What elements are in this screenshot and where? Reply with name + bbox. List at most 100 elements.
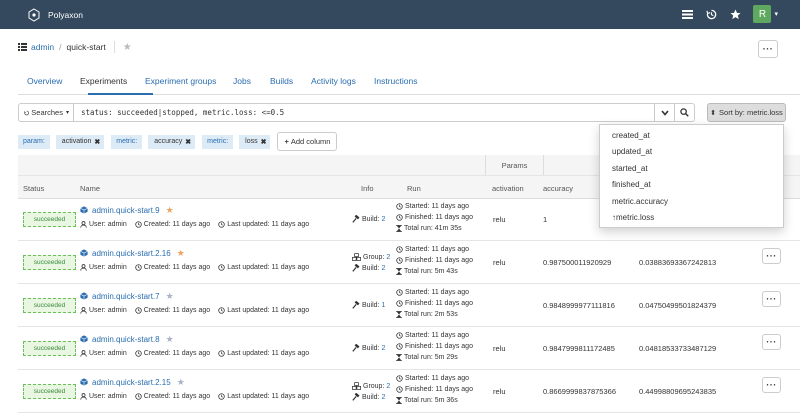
close-icon[interactable]: ✖	[261, 138, 267, 146]
user-avatar[interactable]: R	[753, 5, 772, 23]
cell-loss: 0.04750499501824379	[639, 301, 717, 310]
tab-experiment-groups[interactable]: Experiment groups	[145, 76, 216, 86]
chevron-down-icon	[660, 109, 669, 116]
sort-dropdown-menu: created_at updated_at started_at finishe…	[599, 124, 784, 228]
finished-text: Finished: 11 days ago	[405, 214, 473, 221]
bookmarks-star-icon[interactable]	[723, 4, 747, 24]
build-info: Build: 2	[352, 344, 385, 352]
run-started: Started: 11 days ago	[396, 289, 469, 296]
user-icon	[80, 221, 87, 228]
chevron-down-icon[interactable]: ▾	[774, 10, 778, 18]
user-label: User:	[89, 221, 106, 228]
cell-activation: relu	[493, 344, 506, 353]
status-badge: succeeded	[23, 341, 76, 356]
clock-icon	[218, 264, 225, 271]
updated-text: Last updated: 11 days ago	[227, 350, 310, 357]
experiment-name-link[interactable]: admin.quick-start.9	[92, 206, 160, 215]
experiment-name[interactable]: admin.quick-start.8 ★	[80, 334, 174, 345]
hammer-icon	[352, 393, 360, 401]
cell-accuracy: 0.987500011920929	[543, 258, 612, 267]
experiment-name-link[interactable]: admin.quick-start.2.15	[92, 378, 171, 387]
table-row[interactable]: succeeded admin.quick-start.8 ★ User: admin…	[18, 328, 800, 370]
sort-option-metric-accuracy[interactable]: metric.accuracy	[612, 197, 668, 206]
status-badge: succeeded	[23, 212, 76, 227]
brand[interactable]: Polyaxon	[26, 6, 83, 24]
header-info[interactable]: Info	[361, 184, 374, 193]
plus-icon: +	[284, 137, 289, 146]
run-finished: Finished: 11 days ago	[396, 214, 473, 221]
experiment-name-link[interactable]: admin.quick-start.2.16	[92, 249, 171, 258]
star-icon[interactable]: ★	[177, 377, 185, 388]
sort-option-updated-at[interactable]: updated_at	[612, 147, 652, 156]
group-link[interactable]: 2	[386, 254, 390, 261]
build-link[interactable]: 2	[382, 216, 386, 223]
project-more-button[interactable]: ···	[758, 40, 778, 58]
header-name[interactable]: Name	[80, 184, 100, 193]
group-link[interactable]: 2	[386, 383, 390, 390]
header-status[interactable]: Status	[23, 184, 44, 193]
sort-button[interactable]: ⬍ Sort by: metric.loss	[707, 103, 786, 122]
build-link[interactable]: 2	[382, 265, 386, 272]
updated-text: Last updated: 11 days ago	[227, 307, 310, 314]
close-icon[interactable]: ✖	[94, 138, 100, 146]
tab-instructions[interactable]: Instructions	[374, 76, 417, 86]
star-icon[interactable]: ★	[166, 291, 174, 302]
search-button[interactable]	[674, 104, 694, 121]
tab-jobs[interactable]: Jobs	[233, 76, 251, 86]
header-accuracy[interactable]: accuracy	[543, 184, 573, 193]
run-started: Started: 11 days ago	[396, 246, 469, 253]
column-chip: metric: accuracy ✖	[111, 134, 196, 149]
row-actions-button[interactable]: ···	[762, 291, 781, 307]
run-total: Total run: 5m 36s	[396, 397, 458, 404]
row-actions-button[interactable]: ···	[762, 248, 781, 264]
sort-option-finished-at[interactable]: finished_at	[612, 180, 651, 189]
star-icon[interactable]: ★	[177, 248, 185, 259]
build-info: Build: 1	[352, 301, 385, 309]
star-icon[interactable]: ★	[166, 205, 174, 216]
table-row[interactable]: succeeded admin.quick-start.7 ★ User: admin…	[18, 285, 800, 327]
history-icon	[24, 110, 29, 115]
header-activation[interactable]: activation	[492, 184, 524, 193]
column-chip-type: metric:	[111, 134, 143, 149]
sort-option-started-at[interactable]: started_at	[612, 164, 648, 173]
experiment-name[interactable]: admin.quick-start.2.16 ★	[80, 248, 185, 259]
clock-icon	[396, 214, 403, 221]
tab-activity-logs[interactable]: Activity logs	[311, 76, 356, 86]
user-name: admin	[107, 307, 127, 314]
tab-overview[interactable]: Overview	[27, 76, 62, 86]
total-run-text: Total run: 5m 29s	[404, 354, 458, 361]
sort-option-metric-loss[interactable]: ↑metric.loss	[612, 213, 654, 222]
row-actions-button[interactable]: ···	[762, 334, 781, 350]
hammer-icon	[352, 215, 360, 223]
experiment-name[interactable]: admin.quick-start.9 ★	[80, 205, 174, 216]
server-icon[interactable]	[675, 4, 699, 24]
search-input[interactable]: status: succeeded|stopped, metric.loss: …	[74, 108, 654, 117]
add-column-button[interactable]: + Add column	[277, 132, 338, 151]
user-name: admin	[107, 221, 127, 228]
build-link[interactable]: 2	[382, 394, 386, 401]
table-row[interactable]: succeeded admin.quick-start.2.15 ★ User: ad…	[18, 371, 800, 413]
tab-experiments[interactable]: Experiments	[80, 76, 127, 86]
sort-option-label: metric.loss	[616, 213, 655, 222]
user-label: User:	[89, 350, 106, 357]
header-run[interactable]: Run	[407, 184, 421, 193]
build-link[interactable]: 2	[382, 345, 386, 352]
experiment-name[interactable]: admin.quick-start.7 ★	[80, 291, 174, 302]
search-options-button[interactable]	[654, 104, 674, 121]
experiment-name-link[interactable]: admin.quick-start.8	[92, 335, 160, 344]
experiment-name-link[interactable]: admin.quick-start.7	[92, 292, 160, 301]
breadcrumb-owner-link[interactable]: admin	[31, 42, 54, 52]
build-link[interactable]: 1	[382, 302, 386, 309]
table-row[interactable]: succeeded admin.quick-start.2.16 ★ User: ad…	[18, 242, 800, 284]
tab-builds[interactable]: Builds	[270, 76, 293, 86]
project-star-icon[interactable]: ★	[123, 42, 132, 53]
caret-down-icon: ▾	[65, 110, 69, 116]
history-icon[interactable]	[699, 4, 723, 24]
saved-searches-dropdown[interactable]: Searches ▾	[19, 104, 74, 121]
sort-option-created-at[interactable]: created_at	[612, 131, 650, 140]
breadcrumb-project: quick-start	[66, 42, 106, 52]
row-actions-button[interactable]: ···	[762, 377, 781, 393]
star-icon[interactable]: ★	[166, 334, 174, 345]
experiment-name[interactable]: admin.quick-start.2.15 ★	[80, 377, 185, 388]
close-icon[interactable]: ✖	[185, 138, 191, 146]
